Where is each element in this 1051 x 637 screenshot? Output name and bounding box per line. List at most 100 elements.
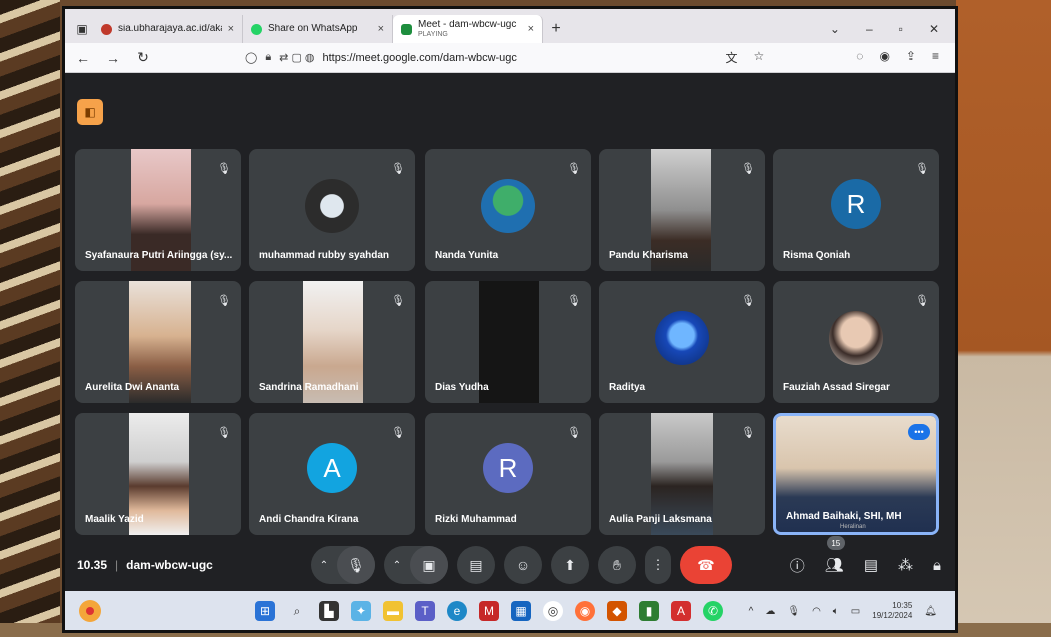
participant-tile-speaking[interactable]: ••• Ahmad Baihaki, SHI, MH Heralinan xyxy=(773,413,939,535)
raise-hand-icon[interactable]: ✋︎ xyxy=(598,546,636,584)
emoji-icon[interactable]: ☺ xyxy=(504,546,542,584)
tab-dropdown-icon[interactable]: ⌄ xyxy=(830,22,840,36)
shield-icon[interactable]: ◯ xyxy=(245,51,257,64)
mic-off-icon: 🎙︎ xyxy=(391,426,405,439)
chrome-icon[interactable]: ◎ xyxy=(543,601,563,621)
app-icon[interactable]: ▮ xyxy=(639,601,659,621)
participant-tile[interactable]: 🎙︎ Maalik Yazid xyxy=(75,413,241,535)
chevron-up-icon[interactable]: ⌃ xyxy=(311,560,337,571)
forward-icon[interactable]: → xyxy=(105,50,121,66)
translate-icon[interactable]: 文 xyxy=(726,49,738,66)
extensions-icon[interactable]: ⇪ xyxy=(906,49,916,66)
pocket-icon[interactable]: ◌ xyxy=(856,49,863,66)
participant-tile[interactable]: R 🎙︎ Rizki Muhammad xyxy=(425,413,591,535)
mic-icon[interactable]: 🎙︎ xyxy=(337,546,375,584)
background-right xyxy=(956,0,1051,637)
edge-icon[interactable]: e xyxy=(447,601,467,621)
letter-avatar: R xyxy=(483,443,533,493)
close-window-icon[interactable]: ✕ xyxy=(929,22,939,36)
mic-off-icon: 🎙︎ xyxy=(741,162,755,175)
activities-icon[interactable]: ⁂ xyxy=(898,556,913,574)
camera-icon[interactable]: ▣ xyxy=(410,546,448,584)
participant-tile[interactable]: 🎙︎ Aurelita Dwi Ananta xyxy=(75,281,241,403)
participant-name: Dias Yudha xyxy=(435,382,489,393)
letter-avatar: R xyxy=(831,179,881,229)
participant-caption: Heralinan xyxy=(840,524,866,530)
mcafee-icon[interactable]: M xyxy=(479,601,499,621)
task-view-icon[interactable]: ▙ xyxy=(319,601,339,621)
participant-tile[interactable]: R 🎙︎ Risma Qoniah xyxy=(773,149,939,271)
chat-icon[interactable]: ▤ xyxy=(864,556,878,574)
back-icon[interactable]: ← xyxy=(75,50,91,66)
tab-whatsapp[interactable]: Share on WhatsApp × xyxy=(243,15,393,43)
url-field[interactable]: ◯ 🔒︎ ⇄ ▢ ◍ https://meet.google.com/dam-w… xyxy=(165,47,712,69)
participant-tile[interactable]: 🎙︎ Syafanaura Putri Ariingga (sy... xyxy=(75,149,241,271)
reload-icon[interactable]: ↻ xyxy=(135,49,151,66)
app-icon[interactable]: ◆ xyxy=(607,601,627,621)
close-tab-icon[interactable]: × xyxy=(228,23,234,35)
host-controls-icon[interactable]: 🔒︎ xyxy=(933,557,941,574)
notification-bell-icon[interactable]: 🔔︎ xyxy=(924,606,937,617)
minimize-icon[interactable]: – xyxy=(866,22,873,36)
maximize-icon[interactable]: ▫ xyxy=(899,22,903,36)
mic-off-icon: 🎙︎ xyxy=(567,162,581,175)
side-controls: ⓘ 15 👥︎ ▤ ⁂ 🔒︎ xyxy=(790,536,941,576)
start-icon[interactable]: ⊞ xyxy=(255,601,275,621)
battery-icon[interactable]: ▭ xyxy=(851,606,860,617)
leave-call-button[interactable]: ☎︎ xyxy=(680,546,732,584)
info-icon[interactable]: ⓘ xyxy=(790,555,805,576)
search-icon[interactable]: ⌕ xyxy=(287,601,307,621)
mic-control-group: ⌃ 🎙︎ xyxy=(311,546,375,584)
mic-off-icon: 🎙︎ xyxy=(217,294,231,307)
teams-icon[interactable]: T xyxy=(415,601,435,621)
whatsapp-icon[interactable]: ✆ xyxy=(703,601,723,621)
pdf-reader-icon[interactable]: A xyxy=(671,601,691,621)
participant-tile[interactable]: 🎙︎ Nanda Yunita xyxy=(425,149,591,271)
participant-tile[interactable]: 🎙︎ Sandrina Ramadhani xyxy=(249,281,415,403)
more-options-icon[interactable]: ⋮ xyxy=(645,546,671,584)
firefox-icon[interactable]: ◉ xyxy=(575,601,595,621)
bookmark-star-icon[interactable]: ☆ xyxy=(754,49,765,66)
laptop-screen: ▣ sia.ubharajaya.ac.id/akademik/l × Shar… xyxy=(62,6,958,633)
camera-off-icon[interactable]: ◧ xyxy=(77,99,103,125)
meet-stage: ◧ 🎙︎ Syafanaura Putri Ariingga (sy... 🎙︎… xyxy=(65,73,955,589)
weather-widget-icon[interactable] xyxy=(79,600,101,622)
participant-tile[interactable]: A 🎙︎ Andi Chandra Kirana xyxy=(249,413,415,535)
captions-icon[interactable]: ▤ xyxy=(457,546,495,584)
file-explorer-icon[interactable]: ▬ xyxy=(383,601,403,621)
participant-tile[interactable]: 🎙︎ Aulia Panji Laksmana xyxy=(599,413,765,535)
clock-time: 10:35 xyxy=(892,601,913,611)
menu-icon[interactable]: ≡ xyxy=(932,49,939,66)
account-icon[interactable]: ◉ xyxy=(879,49,889,66)
new-tab-icon[interactable]: + xyxy=(543,15,569,43)
chevron-up-icon[interactable]: ⌃ xyxy=(384,560,410,571)
meeting-code: dam-wbcw-ugc xyxy=(126,558,213,572)
volume-icon[interactable]: 🔈︎ xyxy=(833,606,839,617)
participant-tile[interactable]: 🎙︎ Raditya xyxy=(599,281,765,403)
participant-tile[interactable]: 🎙︎ muhammad rubby syahdan xyxy=(249,149,415,271)
letter-avatar: A xyxy=(307,443,357,493)
present-screen-icon[interactable]: ⬆ xyxy=(551,546,589,584)
tab-meet[interactable]: Meet - dam-wbcw-ugc PLAYING × xyxy=(393,15,543,43)
participant-tile[interactable]: 🎙︎ Pandu Kharisma xyxy=(599,149,765,271)
close-tab-icon[interactable]: × xyxy=(378,23,384,35)
participant-tile[interactable]: 🎙︎ Dias Yudha xyxy=(425,281,591,403)
store-icon[interactable]: ▦ xyxy=(511,601,531,621)
widgets-icon[interactable]: ✦ xyxy=(351,601,371,621)
onedrive-icon[interactable]: ☁ xyxy=(765,606,775,617)
chevron-up-icon[interactable]: ^ xyxy=(749,606,754,617)
meeting-time: 10.35 xyxy=(77,558,108,572)
people-button[interactable]: 15 👥︎ xyxy=(825,536,845,574)
more-options-icon[interactable]: ••• xyxy=(908,424,930,440)
tab-siakad[interactable]: sia.ubharajaya.ac.id/akademik/l × xyxy=(93,15,243,43)
mic-off-icon: 🎙︎ xyxy=(741,294,755,307)
close-tab-icon[interactable]: × xyxy=(528,23,534,35)
permissions-icon[interactable]: ⇄ ▢ ◍ xyxy=(279,51,314,64)
clock[interactable]: 10:35 19/12/2024 xyxy=(872,601,912,620)
participant-tile[interactable]: 🎙︎ Fauziah Assad Siregar xyxy=(773,281,939,403)
participant-name: Andi Chandra Kirana xyxy=(259,514,359,525)
mic-icon[interactable]: 🎙︎ xyxy=(787,606,800,617)
tab-list-icon[interactable]: ▣ xyxy=(71,15,93,43)
wifi-icon[interactable]: ◠ xyxy=(812,606,821,617)
lock-icon[interactable]: 🔒︎ xyxy=(265,51,271,64)
